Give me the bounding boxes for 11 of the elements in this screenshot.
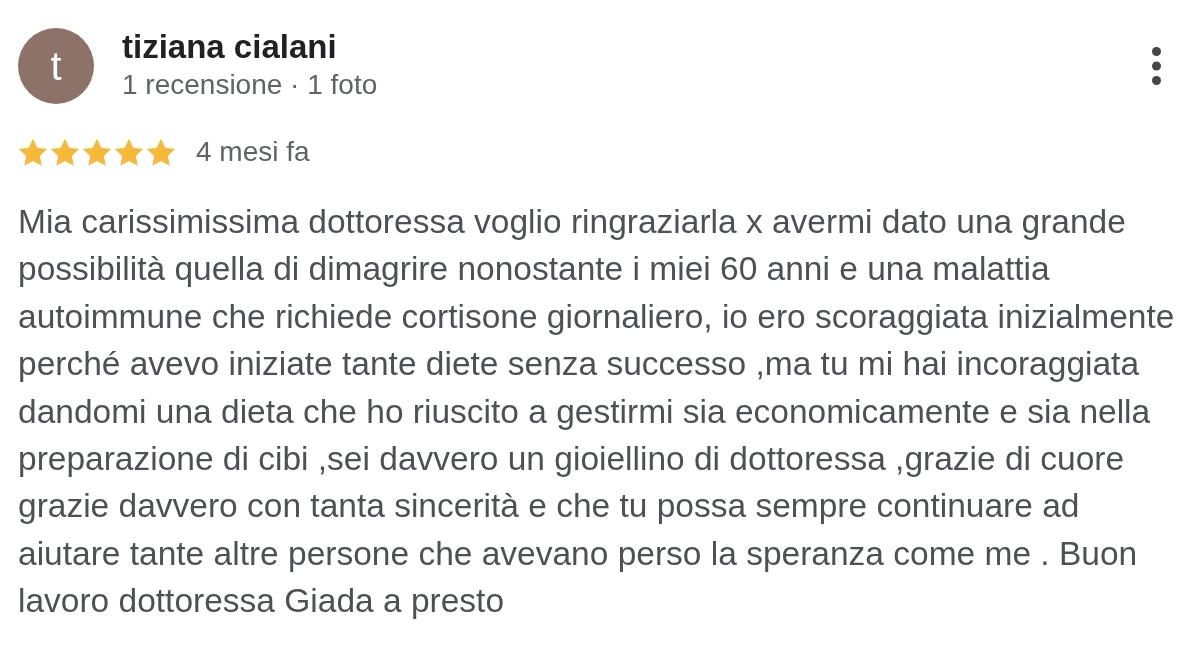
reviewer-name[interactable]: tiziana cialani [122, 28, 378, 66]
more-options-icon[interactable] [1152, 47, 1161, 85]
reviewer-stats: 1 recensione · 1 foto [122, 68, 378, 102]
star-icon [18, 137, 48, 167]
star-icon [50, 137, 80, 167]
avatar[interactable]: t [18, 28, 94, 104]
review-text: Mia carissimissima dottoressa voglio ringraziarla x avermi dato una grande possibilità quella di dimagrire nonostante i miei 60 anni e una malattia autoimmune che richiede cortisone giornaliero, io ero scoraggiata inizialmente perché avevo iniziate tante diete senza successo ,ma tu mi hai incoraggiata dandomi una dieta che ho riuscito a gestirmi sia economicamente e sia nella preparazione di cibi ,sei davvero un gioiellino di dottoressa ,grazie di cuore grazie davvero con tanta sincerità e che tu possa sempre continuare ad aiutare tante altre persone che avevano perso la speranza come me . Buon lavoro dottoressa Giada a presto [18, 202, 1176, 622]
review-date: 4 mesi fa [196, 136, 310, 168]
star-icon [146, 137, 176, 167]
star-icon [114, 137, 144, 167]
star-icon [82, 137, 112, 167]
